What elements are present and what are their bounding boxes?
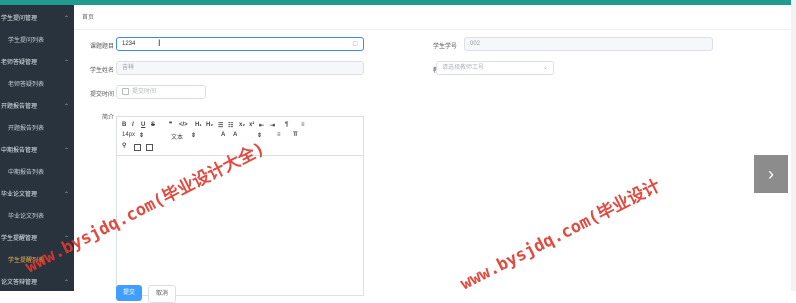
- indent-icon[interactable]: ⇥: [270, 122, 275, 129]
- clean-format-icon[interactable]: T̸: [293, 132, 297, 138]
- chevron-up-icon: ⌃: [63, 148, 69, 154]
- rtl-icon[interactable]: ¶: [285, 122, 288, 128]
- student-no-value: 002: [470, 41, 481, 47]
- heading1-icon[interactable]: H₁: [195, 122, 202, 128]
- cancel-button[interactable]: 取消: [148, 285, 176, 303]
- underline-icon[interactable]: U: [141, 122, 145, 128]
- sidebar-item-label: 学生提问列表: [8, 38, 45, 44]
- sidebar-item-question-list[interactable]: 学生提问列表: [0, 30, 74, 52]
- chevron-up-icon: ⌃: [63, 60, 69, 66]
- sidebar-item-answer-list[interactable]: 老师答疑列表: [0, 74, 74, 96]
- bold-icon[interactable]: B: [122, 122, 126, 128]
- sidebar-item-thesis-list[interactable]: 毕业论文列表: [0, 206, 74, 228]
- bullet-list-icon[interactable]: ☷: [228, 122, 233, 129]
- chevron-down-icon: ⇕: [139, 133, 145, 139]
- intro-label: 简介: [101, 115, 114, 121]
- sidebar-group-answer[interactable]: 老师答疑管理 ⌃: [0, 52, 74, 74]
- superscript-icon[interactable]: x²: [249, 122, 254, 128]
- chevron-right-icon: ›: [768, 164, 774, 184]
- submit-button[interactable]: 提交: [116, 285, 142, 301]
- student-name-label: 学生姓名: [89, 68, 114, 74]
- student-no-label: 学生学号: [432, 44, 457, 50]
- sidebar-item-label: 中期报告列表: [8, 170, 45, 176]
- text-style-select[interactable]: 文本: [171, 132, 183, 141]
- chevron-up-icon: ⌃: [63, 104, 69, 110]
- heading2-icon[interactable]: H₂: [206, 122, 213, 128]
- main-content: 首页 课题题目 1234 ▢ 学生学号 002 学生姓名 吉祥 教师工号 请选择…: [74, 5, 796, 303]
- chevron-up-icon: ⌃: [63, 16, 69, 22]
- submit-time-label: 提交时间: [89, 92, 114, 98]
- sidebar-group-question[interactable]: 学生提问管理 ⌃: [0, 8, 74, 30]
- align-icon[interactable]: ≡: [301, 122, 305, 128]
- sidebar-group-defense[interactable]: 论文答辩管理 ⌃: [0, 272, 74, 291]
- clear-icon[interactable]: ▢: [352, 38, 358, 50]
- topic-value: 1234: [122, 41, 136, 47]
- sidebar-group-thesis[interactable]: 毕业论文管理 ⌃: [0, 184, 74, 206]
- student-name-input[interactable]: 吉祥: [116, 61, 364, 75]
- text-cursor-icon: I: [158, 38, 161, 48]
- italic-icon[interactable]: I: [132, 122, 134, 128]
- sidebar-item-label: 论文答辩管理: [1, 280, 38, 286]
- topic-label: 课题题目: [89, 44, 114, 50]
- sidebar-item-label: 开题报告列表: [8, 126, 45, 132]
- scrollbar[interactable]: [791, 0, 796, 291]
- image-icon[interactable]: [134, 144, 141, 151]
- font-color-icon[interactable]: A: [221, 132, 225, 138]
- student-no-input[interactable]: 002: [464, 37, 713, 51]
- submit-time-picker[interactable]: 提交时间: [116, 85, 206, 99]
- quote-icon[interactable]: ❞: [169, 121, 172, 128]
- outdent-icon[interactable]: ⇤: [259, 122, 264, 129]
- sidebar-item-proposal-list[interactable]: 开题报告列表: [0, 118, 74, 140]
- ordered-list-icon[interactable]: ☰: [218, 122, 223, 129]
- code-icon[interactable]: </>: [179, 122, 188, 128]
- clock-icon: [122, 87, 129, 95]
- breadcrumb-divider: [74, 29, 796, 30]
- sidebar-item-label: 开题报告管理: [1, 104, 38, 110]
- sidebar-item-midterm-list[interactable]: 中期报告列表: [0, 162, 74, 184]
- align-select-icon[interactable]: ≡: [277, 132, 281, 138]
- sidebar-item-label: 学生提醒管理: [1, 236, 38, 242]
- next-arrow-button[interactable]: ›: [754, 155, 788, 193]
- link-icon[interactable]: ⚲: [122, 142, 126, 149]
- sidebar-item-label: 学生提问管理: [1, 16, 38, 22]
- bg-color-icon[interactable]: A: [233, 132, 237, 138]
- sidebar-item-label: 老师答疑管理: [1, 60, 38, 66]
- chevron-up-icon: ⌃: [63, 192, 69, 198]
- font-size-select[interactable]: 14px: [122, 132, 135, 138]
- sidebar-item-label: 毕业论文管理: [1, 192, 38, 198]
- topic-input[interactable]: 1234 ▢: [116, 37, 364, 51]
- strikethrough-icon[interactable]: S: [151, 122, 155, 128]
- video-icon[interactable]: [146, 144, 153, 151]
- teacher-no-placeholder: 请选择教师工号: [442, 65, 485, 71]
- student-name-value: 吉祥: [122, 65, 135, 71]
- chevron-up-icon: ⌃: [63, 280, 69, 286]
- sidebar-group-proposal[interactable]: 开题报告管理 ⌃: [0, 96, 74, 118]
- chevron-down-icon: ⌄: [542, 65, 548, 71]
- sidebar-item-label: 中期报告管理: [1, 148, 38, 154]
- subscript-icon[interactable]: x₂: [239, 122, 245, 128]
- sidebar-item-label: 老师答疑列表: [8, 82, 45, 88]
- sidebar-group-midterm[interactable]: 中期报告管理 ⌃: [0, 140, 74, 162]
- chevron-down-icon: ⇕: [191, 133, 197, 139]
- submit-time-placeholder: 提交时间: [132, 89, 157, 95]
- breadcrumb[interactable]: 首页: [82, 12, 94, 21]
- teacher-no-select[interactable]: 请选择教师工号 ⌄: [436, 61, 554, 75]
- sidebar-item-label: 毕业论文列表: [8, 214, 45, 220]
